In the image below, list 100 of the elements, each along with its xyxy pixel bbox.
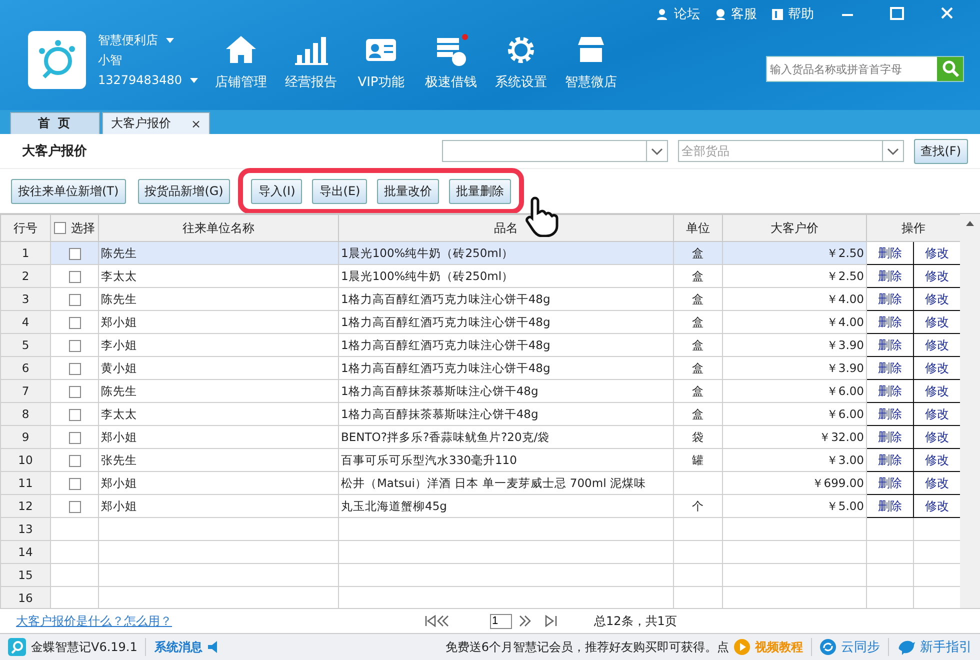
table-cell: 盒 — [692, 406, 704, 420]
table-row[interactable]: 14 — [0, 540, 960, 564]
table-cell: 1晨光100%纯牛奶（砖250ml） — [341, 246, 514, 260]
table-row[interactable]: 11 郑小姐 松井（Matsui）洋酒 日本 单一麦芽威士忌 700ml 泥煤味 ￥699.00 删除 修改 — [0, 472, 960, 494]
row-number: 6 — [22, 361, 30, 375]
system-messages-button[interactable]: 系统消息 — [154, 638, 202, 656]
table-cell: 盒 — [692, 268, 704, 282]
table-row[interactable]: 15 — [0, 564, 960, 586]
action-button[interactable]: 批量删除 — [449, 178, 512, 204]
nav-button[interactable]: 店铺管理 — [210, 33, 272, 91]
table-cell: 郑小姐 — [101, 476, 137, 490]
table-row[interactable]: 9 郑小姐 BENTO?拌多乐?香蒜味鱿鱼片?20克/袋 袋 ￥32.00 删除 修改 — [0, 426, 960, 448]
promo-text: 免费送6个月智慧记会员，推荐好友购买即可获得。点 — [445, 638, 729, 656]
table-row[interactable]: 2 李太太 1晨光100%纯牛奶（砖250ml） 盒 ￥2.50 删除 修改 — [0, 264, 960, 288]
row-checkbox[interactable] — [68, 270, 80, 283]
row-number: 11 — [18, 476, 33, 490]
column-header[interactable]: 品名 — [494, 220, 518, 234]
table-row[interactable]: 7 陈先生 1格力高百醇抹茶慕斯味注心饼干48g 盒 ￥6.00 删除 修改 — [0, 380, 960, 402]
table-row[interactable]: 5 李小姐 1格力高百醇红酒巧克力味注心饼干48g 盒 ￥3.90 删除 修改 — [0, 334, 960, 356]
row-number: 8 — [22, 407, 30, 421]
nav-button[interactable]: 智慧微店 — [560, 33, 622, 91]
table-cell: 李太太 — [101, 268, 137, 282]
phone-selector[interactable]: 13279483480 — [98, 71, 198, 89]
help-link[interactable]: 大客户报价是什么？怎么用？ — [16, 612, 172, 630]
scrollbar[interactable] — [960, 214, 980, 608]
table-cell: 李太太 — [101, 406, 137, 420]
nav-button[interactable]: 经营报告 — [280, 33, 342, 91]
table-row[interactable]: 4 郑小姐 1格力高百醇红酒巧克力味注心饼干48g 盒 ￥4.00 删除 修改 — [0, 310, 960, 334]
row-number: 2 — [22, 269, 30, 283]
table-cell: ￥6.00 — [826, 384, 864, 398]
action-button[interactable]: 导出(E) — [312, 178, 368, 204]
cloud-sync-button[interactable]: 云同步 — [841, 638, 880, 656]
tab[interactable]: 大客户报价 × — [102, 112, 210, 134]
row-checkbox[interactable] — [68, 316, 80, 329]
table-row[interactable]: 13 — [0, 518, 960, 540]
action-button[interactable]: 按往来单位新增(T) — [11, 178, 126, 204]
up-arrow-icon[interactable] — [966, 220, 974, 226]
top-link[interactable]: 论坛 — [657, 5, 700, 23]
table-cell: 郑小姐 — [101, 314, 137, 328]
table-row[interactable]: 6 黄小姐 1格力高百醇红酒巧克力味注心饼干48g 盒 ￥3.90 删除 修改 — [0, 356, 960, 380]
close-button[interactable]: × — [191, 116, 202, 130]
table-row[interactable]: 12 郑小姐 丸玉北海道蟹柳45g 个 ￥5.00 删除 修改 — [0, 494, 960, 518]
table-cell: 盒 — [692, 360, 704, 374]
table-cell: 丸玉北海道蟹柳45g — [341, 498, 447, 512]
table-cell: 1格力高百醇红酒巧克力味注心饼干48g — [341, 292, 550, 306]
app-logo — [28, 31, 86, 89]
row-number: 13 — [18, 522, 33, 536]
row-checkbox[interactable] — [68, 478, 80, 490]
row-number: 15 — [18, 568, 33, 582]
table-row[interactable]: 1 陈先生 1晨光100%纯牛奶（砖250ml） 盒 ￥2.50 删除 修改 — [0, 242, 960, 264]
table-cell: 1格力高百醇红酒巧克力味注心饼干48g — [341, 338, 550, 352]
app-logo-icon — [8, 638, 26, 656]
row-checkbox[interactable] — [68, 408, 80, 421]
action-button[interactable]: 导入(I) — [251, 178, 302, 204]
table-cell: ￥32.00 — [819, 430, 864, 444]
search-icon[interactable] — [937, 57, 963, 81]
column-header[interactable]: 往来单位名称 — [182, 220, 254, 234]
row-checkbox[interactable] — [68, 386, 80, 398]
nav-button[interactable]: 极速借钱 — [420, 33, 482, 91]
table-cell: ￥5.00 — [826, 498, 864, 512]
table-row[interactable]: 10 张先生 百事可乐可乐型汽水330毫升110 罐 ￥3.00 删除 修改 — [0, 448, 960, 472]
row-checkbox[interactable] — [68, 500, 80, 513]
action-button[interactable]: 按货品新增(G) — [138, 178, 230, 204]
table-cell: 个 — [692, 498, 704, 512]
row-checkbox[interactable] — [68, 454, 80, 467]
beginner-guide-button[interactable]: 新手指引 — [920, 638, 972, 656]
action-button[interactable]: 批量改价 — [377, 178, 440, 204]
column-header[interactable]: 大客户价 — [770, 220, 818, 234]
row-checkbox[interactable] — [68, 340, 80, 352]
page-field[interactable]: 1 — [490, 614, 512, 628]
row-checkbox[interactable] — [68, 432, 80, 444]
top-link[interactable]: 帮助 — [771, 5, 814, 23]
select-all-checkbox[interactable] — [54, 222, 66, 234]
table-cell: 郑小姐 — [101, 498, 137, 512]
search-box[interactable]: 输入货品名称或拼音首字母 — [766, 56, 964, 82]
table-cell: 1格力高百醇红酒巧克力味注心饼干48g — [341, 314, 550, 328]
top-link[interactable]: 客服 — [714, 5, 757, 23]
play-icon — [734, 639, 750, 655]
row-checkbox[interactable] — [68, 248, 80, 260]
table-cell: 1格力高百醇抹茶慕斯味注心饼干48g — [341, 384, 538, 398]
table-cell: ￥3.90 — [826, 360, 864, 374]
nav-button[interactable]: 系统设置 — [490, 33, 552, 91]
find-button[interactable]: 查找(F) — [914, 138, 968, 164]
row-number: 10 — [18, 453, 33, 467]
table-cell: BENTO?拌多乐?香蒜味鱿鱼片?20克/袋 — [341, 430, 550, 444]
row-number: 4 — [22, 315, 30, 329]
page-title: 大客户报价 — [22, 142, 88, 160]
table-cell: 陈先生 — [101, 246, 137, 260]
table-cell: 罐 — [692, 452, 704, 466]
sync-icon — [820, 639, 836, 655]
table-cell: ￥2.50 — [826, 268, 864, 282]
column-header[interactable]: 操作 — [902, 220, 926, 234]
tab[interactable]: 首 页 — [10, 112, 100, 134]
table-row[interactable]: 3 陈先生 1格力高百醇红酒巧克力味注心饼干48g 盒 ￥4.00 删除 修改 — [0, 288, 960, 310]
row-checkbox[interactable] — [68, 294, 80, 306]
nav-button[interactable]: VIP功能 — [350, 33, 412, 91]
table-cell: ￥6.00 — [826, 406, 864, 420]
table-row[interactable]: 8 李太太 1格力高百醇抹茶慕斯味注心饼干48g 盒 ￥6.00 删除 修改 — [0, 402, 960, 426]
search-combo[interactable] — [442, 140, 668, 162]
row-checkbox[interactable] — [68, 362, 80, 375]
